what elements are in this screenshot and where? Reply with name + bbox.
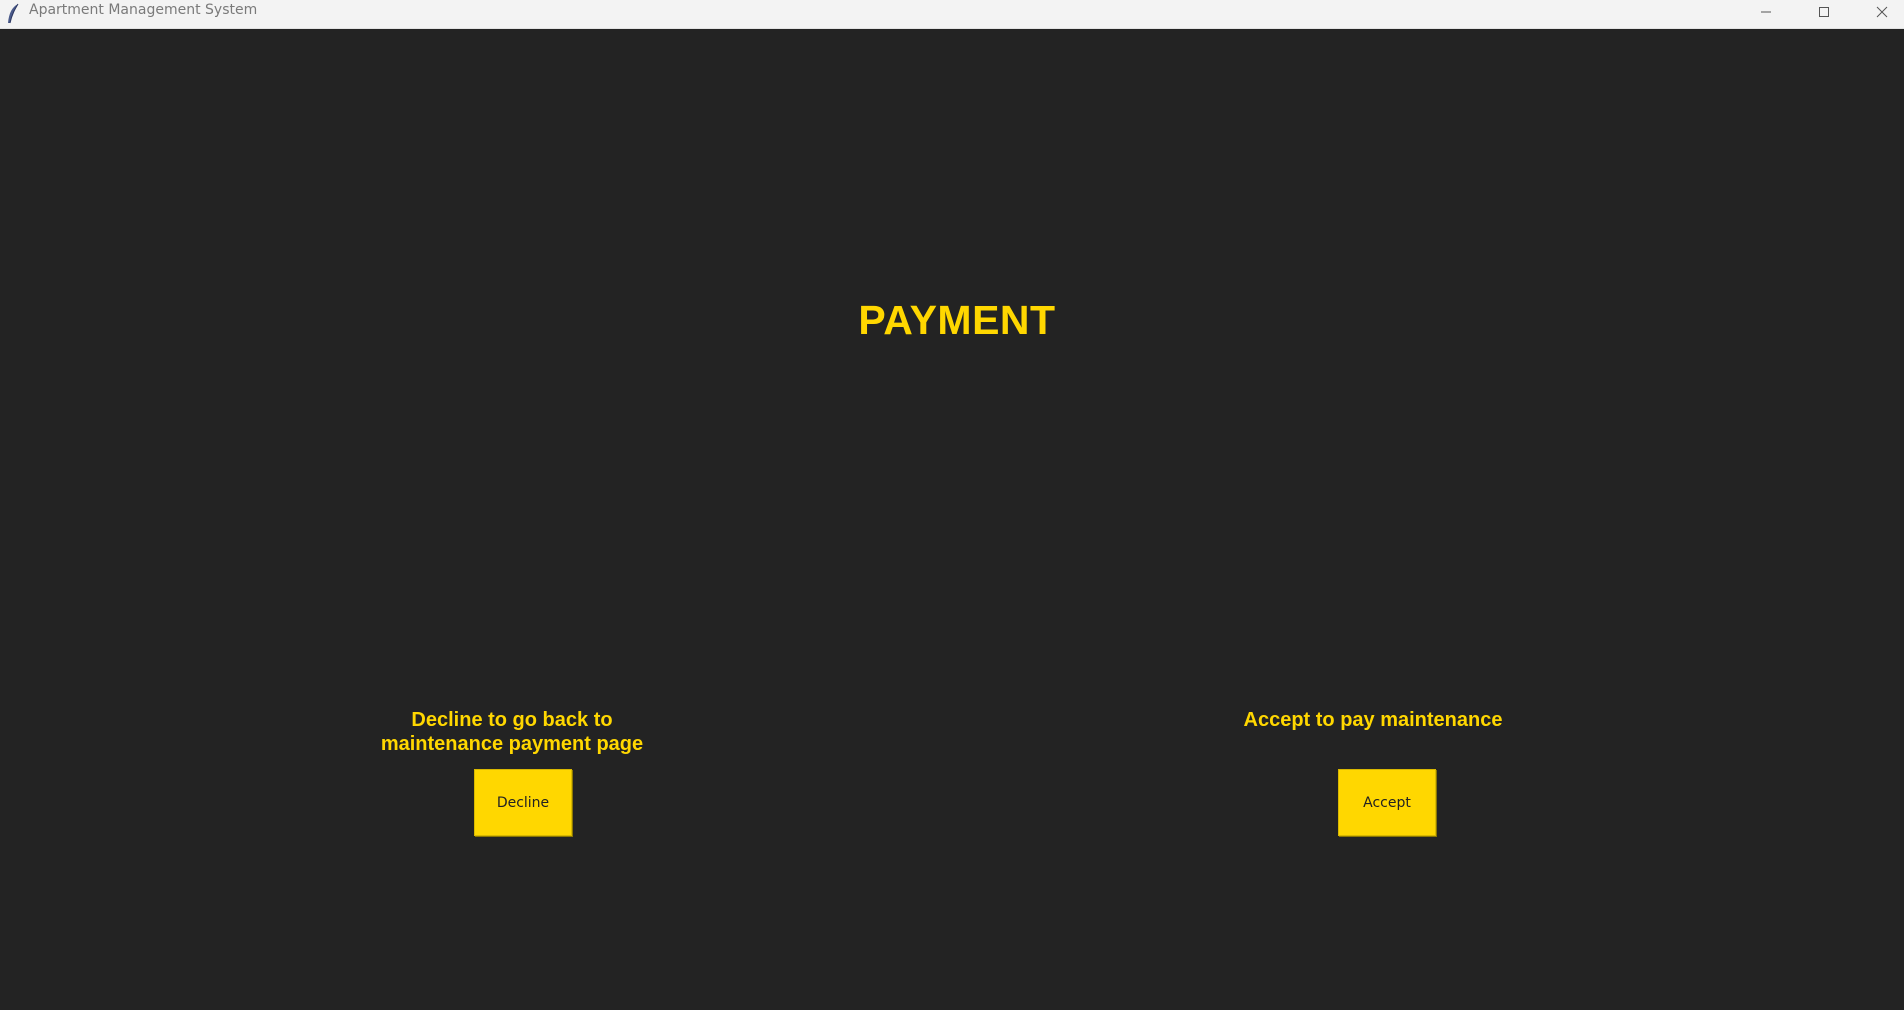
window-title: Apartment Management System [29, 2, 258, 18]
feather-icon [6, 3, 22, 25]
decline-button[interactable]: Decline [474, 769, 572, 836]
accept-button[interactable]: Accept [1338, 769, 1436, 836]
payment-page: PAYMENT Decline to go back to maintenanc… [0, 29, 1904, 1010]
close-icon [1876, 5, 1888, 23]
minimize-button[interactable] [1737, 0, 1795, 28]
maximize-button[interactable] [1795, 0, 1853, 28]
title-bar[interactable]: Apartment Management System [0, 0, 1904, 29]
maximize-icon [1818, 5, 1830, 23]
accept-hint: Accept to pay maintenance [1243, 709, 1503, 731]
page-title: PAYMENT [858, 297, 1056, 343]
decline-hint: Decline to go back to maintenance paymen… [380, 709, 644, 755]
app-window: Apartment Management System PAYMENT Decl… [0, 0, 1904, 1010]
minimize-icon [1760, 5, 1772, 23]
close-button[interactable] [1853, 0, 1904, 28]
